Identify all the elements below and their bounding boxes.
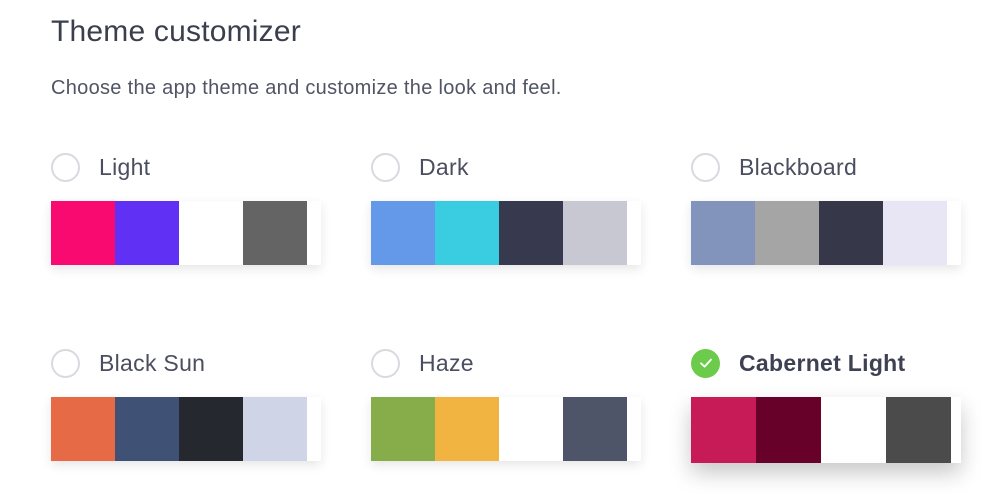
color-swatch	[819, 201, 883, 265]
radio-button[interactable]	[51, 348, 80, 378]
color-palette[interactable]	[691, 397, 961, 463]
theme-customizer-page: Theme customizer Choose the app theme an…	[0, 0, 1003, 497]
color-swatch	[499, 397, 563, 461]
theme-name: Cabernet Light	[739, 350, 906, 376]
color-palette[interactable]	[51, 201, 321, 265]
color-swatch	[756, 397, 821, 463]
theme-header[interactable]: Cabernet Light	[691, 346, 961, 380]
color-swatch	[243, 201, 307, 265]
color-swatch	[755, 201, 819, 265]
color-swatch	[371, 201, 435, 265]
color-swatch	[371, 397, 435, 461]
color-swatch	[691, 201, 755, 265]
theme-option-haze[interactable]: Haze	[371, 346, 641, 461]
color-swatch	[115, 201, 179, 265]
theme-option-dark[interactable]: Dark	[371, 150, 641, 265]
color-swatch	[563, 397, 627, 461]
theme-header[interactable]: Black Sun	[51, 346, 321, 380]
checkmark-icon	[699, 358, 712, 368]
radio-button-checked[interactable]	[691, 348, 720, 378]
theme-header[interactable]: Blackboard	[691, 150, 961, 184]
color-swatch	[51, 201, 115, 265]
theme-option-light[interactable]: Light	[51, 150, 321, 265]
color-swatch	[435, 397, 499, 461]
theme-name: Light	[99, 154, 151, 180]
color-swatch	[563, 201, 627, 265]
color-palette[interactable]	[51, 397, 321, 461]
color-swatch	[886, 397, 951, 463]
theme-name: Dark	[419, 154, 469, 180]
color-swatch	[435, 201, 499, 265]
color-swatch	[51, 397, 115, 461]
color-palette[interactable]	[371, 397, 641, 461]
theme-header[interactable]: Haze	[371, 346, 641, 380]
theme-option-black-sun[interactable]: Black Sun	[51, 346, 321, 461]
color-swatch	[243, 397, 307, 461]
radio-button[interactable]	[691, 152, 720, 182]
theme-name: Haze	[419, 350, 474, 376]
color-swatch	[821, 397, 886, 463]
color-swatch	[691, 397, 756, 463]
theme-name: Blackboard	[739, 154, 858, 180]
color-palette[interactable]	[691, 201, 961, 265]
page-subtitle: Choose the app theme and customize the l…	[51, 77, 562, 99]
color-palette[interactable]	[371, 201, 641, 265]
color-swatch	[115, 397, 179, 461]
theme-option-cabernet-light[interactable]: Cabernet Light	[691, 346, 961, 463]
color-swatch	[499, 201, 563, 265]
theme-header[interactable]: Dark	[371, 150, 641, 184]
color-swatch	[179, 397, 243, 461]
page-title: Theme customizer	[51, 15, 301, 48]
color-swatch	[179, 201, 243, 265]
theme-name: Black Sun	[99, 350, 206, 376]
radio-button[interactable]	[371, 348, 400, 378]
color-swatch	[883, 201, 947, 265]
radio-button[interactable]	[371, 152, 400, 182]
theme-option-blackboard[interactable]: Blackboard	[691, 150, 961, 265]
radio-button[interactable]	[51, 152, 80, 182]
theme-header[interactable]: Light	[51, 150, 321, 184]
